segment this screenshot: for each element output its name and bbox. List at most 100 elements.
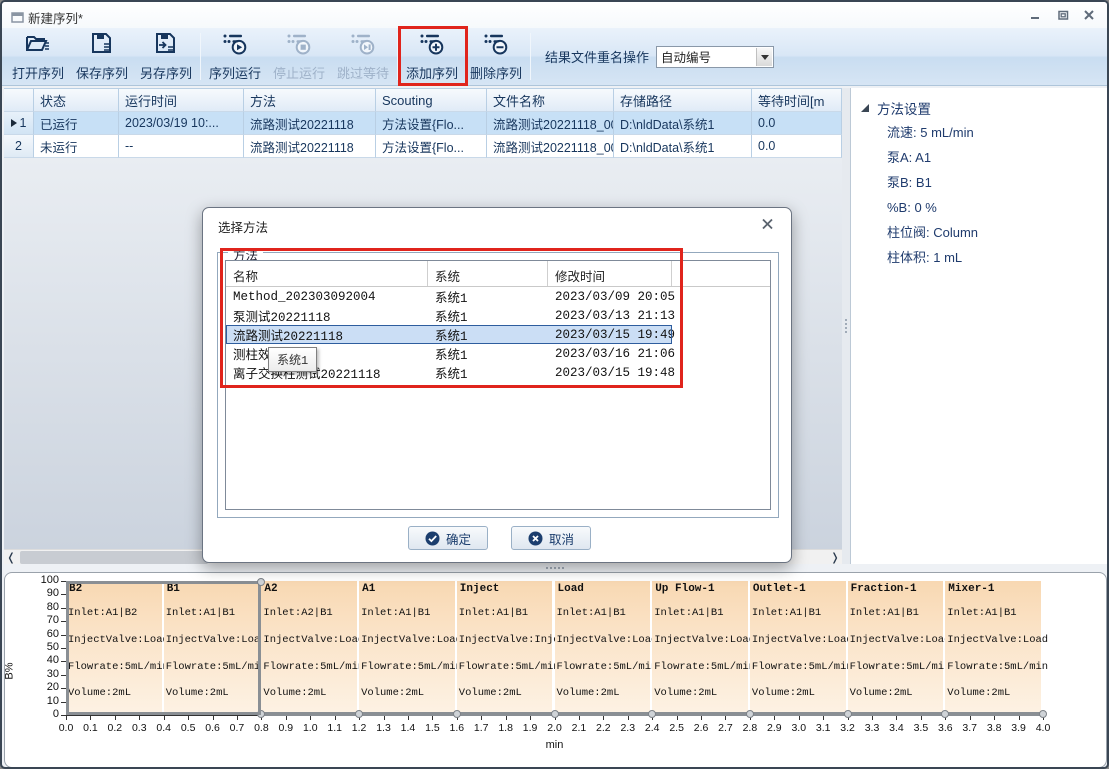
gradient-node[interactable] bbox=[941, 710, 949, 718]
ok-button-label: 确定 bbox=[446, 529, 471, 548]
sequence-cell[interactable]: 流路测试20221118 bbox=[244, 112, 376, 135]
chevron-down-icon[interactable] bbox=[756, 48, 772, 66]
x-tick-mark bbox=[701, 716, 702, 720]
chart-segment-Load[interactable]: LoadInlet:A1|B1InjectValve:LoadFlowrate:… bbox=[555, 581, 652, 715]
sequence-cell[interactable]: 流路测试20221118_0002 bbox=[487, 112, 614, 135]
chart-segment-Up-Flow-1[interactable]: Up Flow-1Inlet:A1|B1InjectValve:LoadFlow… bbox=[652, 581, 749, 715]
sequence-cell[interactable]: 已运行 bbox=[34, 112, 119, 135]
gradient-node[interactable] bbox=[746, 710, 754, 718]
x-tick-mark bbox=[1019, 716, 1020, 720]
method-system: 系统1 bbox=[428, 287, 548, 306]
row-number: 2 bbox=[15, 139, 22, 153]
x-tick-mark bbox=[603, 716, 604, 720]
toolbar-button-save-sequence[interactable]: 保存序列 bbox=[70, 28, 134, 85]
cancel-button-label: 取消 bbox=[549, 529, 574, 548]
segment-property: Inlet:A1|B1 bbox=[557, 607, 626, 619]
remove-sequence-icon bbox=[483, 31, 509, 60]
dialog-close-button[interactable] bbox=[759, 216, 775, 232]
row-indicator[interactable]: 1 bbox=[4, 112, 34, 135]
x-tick-mark bbox=[530, 716, 531, 720]
sequence-cell[interactable]: D:\nldData\系统1 bbox=[614, 112, 752, 135]
method-settings-expander[interactable]: 方法设置 bbox=[851, 88, 1109, 120]
column-header[interactable]: 存储路径 bbox=[614, 88, 752, 112]
method-column-header[interactable]: 名称 bbox=[226, 261, 428, 286]
gradient-node[interactable] bbox=[1039, 710, 1047, 718]
sequence-cell[interactable]: 0.0 bbox=[752, 112, 842, 135]
sequence-cell[interactable]: 2023/03/19 10:... bbox=[119, 112, 244, 135]
method-name: Method_202303092004 bbox=[226, 290, 428, 304]
method-row[interactable]: Method_202303092004系统12023/03/09 20:05 bbox=[226, 287, 770, 306]
chart-segment-A2[interactable]: A2Inlet:A2|B1InjectValve:LoadFlowrate:5m… bbox=[261, 581, 358, 715]
gradient-node[interactable] bbox=[648, 710, 656, 718]
chart-segment-Inject[interactable]: InjectInlet:A1|B1InjectValve:InjectFlowr… bbox=[457, 581, 554, 715]
method-name: 离子交换柱测试20221118 bbox=[226, 363, 428, 382]
segment-property: Flowrate:5mL/min bbox=[752, 661, 853, 673]
y-tick-label: 20 bbox=[31, 681, 59, 693]
column-header[interactable]: 状态 bbox=[34, 88, 119, 112]
sequence-cell[interactable]: 方法设置{Flo... bbox=[376, 112, 487, 135]
scroll-left-icon[interactable]: ❬ bbox=[4, 550, 18, 565]
toolbar-button-open-sequence[interactable]: 打开序列 bbox=[6, 28, 70, 85]
toolbar-button-label: 删除序列 bbox=[470, 63, 522, 82]
chart-segment-A1[interactable]: A1Inlet:A1|B1InjectValve:LoadFlowrate:5m… bbox=[359, 581, 456, 715]
gradient-node[interactable] bbox=[551, 710, 559, 718]
y-tick-label: 90 bbox=[31, 587, 59, 599]
method-column-header[interactable]: 修改时间 bbox=[548, 261, 672, 286]
scroll-right-icon[interactable]: ❭ bbox=[828, 550, 842, 565]
gradient-node[interactable] bbox=[355, 710, 363, 718]
y-tick-label: 100 bbox=[31, 574, 59, 586]
toolbar-button-save-as-sequence[interactable]: 另存序列 bbox=[134, 28, 198, 85]
x-tick-mark bbox=[823, 716, 824, 720]
gradient-node[interactable] bbox=[844, 710, 852, 718]
toolbar-button-skip-wait[interactable]: 跳过等待 bbox=[331, 28, 395, 85]
sequence-row[interactable]: 2 未运行--流路测试20221118方法设置{Flo...流路测试2022111… bbox=[4, 135, 842, 158]
sequence-cell[interactable]: D:\nldData\系统1 bbox=[614, 135, 752, 158]
column-header[interactable] bbox=[4, 88, 34, 112]
sequence-cell[interactable]: -- bbox=[119, 135, 244, 158]
column-header[interactable]: 文件名称 bbox=[487, 88, 614, 112]
method-setting-item: 柱体积: 1 mL bbox=[851, 245, 1109, 270]
selected-region-box[interactable] bbox=[66, 581, 261, 715]
toolbar-button-run-sequence[interactable]: 序列运行 bbox=[203, 28, 267, 85]
segment-title: Inject bbox=[460, 583, 500, 595]
sequence-cell[interactable]: 流路测试20221118 bbox=[244, 135, 376, 158]
sequence-cell[interactable]: 0.0 bbox=[752, 135, 842, 158]
sequence-cell[interactable]: 流路测试20221118_0005 bbox=[487, 135, 614, 158]
cancel-button[interactable]: 取消 bbox=[511, 526, 591, 550]
chart-segment-Outlet-1[interactable]: Outlet-1Inlet:A1|B1InjectValve:LoadFlowr… bbox=[750, 581, 847, 715]
toolbar-button-add-sequence[interactable]: 添加序列 bbox=[400, 28, 464, 85]
segment-property: Inlet:A1|B1 bbox=[459, 607, 528, 619]
method-row[interactable]: 泵测试20221118系统12023/03/13 21:13 bbox=[226, 306, 770, 325]
toolbar-button-remove-sequence[interactable]: 删除序列 bbox=[464, 28, 528, 85]
column-header[interactable]: Scouting bbox=[376, 88, 487, 112]
rename-operation-select[interactable]: 自动编号 bbox=[656, 46, 774, 68]
toolbar-button-label: 另存序列 bbox=[140, 63, 192, 82]
column-header[interactable]: 等待时间[m bbox=[752, 88, 842, 112]
toolbar-button-stop-sequence[interactable]: 停止运行 bbox=[267, 28, 331, 85]
row-indicator[interactable]: 2 bbox=[4, 135, 34, 158]
x-tick-mark bbox=[896, 716, 897, 720]
segment-property: Inlet:A1|B1 bbox=[654, 607, 723, 619]
ok-button[interactable]: 确定 bbox=[408, 526, 488, 550]
restore-button[interactable] bbox=[1053, 7, 1073, 23]
minimize-button[interactable] bbox=[1025, 7, 1045, 23]
vertical-splitter[interactable] bbox=[842, 88, 850, 564]
sequence-cell[interactable]: 方法设置{Flo... bbox=[376, 135, 487, 158]
column-header[interactable]: 运行时间 bbox=[119, 88, 244, 112]
scrollbar-thumb[interactable] bbox=[20, 551, 208, 564]
sequence-row[interactable]: 1已运行2023/03/19 10:...流路测试20221118方法设置{Fl… bbox=[4, 112, 842, 135]
horizontal-splitter[interactable] bbox=[2, 564, 1107, 572]
close-button[interactable] bbox=[1079, 7, 1099, 23]
sequence-cell[interactable]: 未运行 bbox=[34, 135, 119, 158]
segment-title: Load bbox=[558, 583, 584, 595]
method-settings-items: 流速: 5 mL/min泵A: A1泵B: B1%B: 0 %柱位阀: Colu… bbox=[851, 120, 1109, 270]
segment-title: Outlet-1 bbox=[753, 583, 806, 595]
open-sequence-icon bbox=[25, 31, 51, 60]
chart-segment-Fraction-1[interactable]: Fraction-1Inlet:A1|B1InjectValve:LoadFlo… bbox=[848, 581, 945, 715]
column-header[interactable]: 方法 bbox=[244, 88, 376, 112]
gradient-node[interactable] bbox=[453, 710, 461, 718]
method-column-header[interactable]: 系统 bbox=[428, 261, 548, 286]
segment-title: Mixer-1 bbox=[948, 583, 994, 595]
method-row[interactable]: 流路测试20221118系统12023/03/15 19:49 bbox=[226, 325, 672, 344]
chart-segment-Mixer-1[interactable]: Mixer-1Inlet:A1|B1InjectValve:LoadFlowra… bbox=[945, 581, 1042, 715]
